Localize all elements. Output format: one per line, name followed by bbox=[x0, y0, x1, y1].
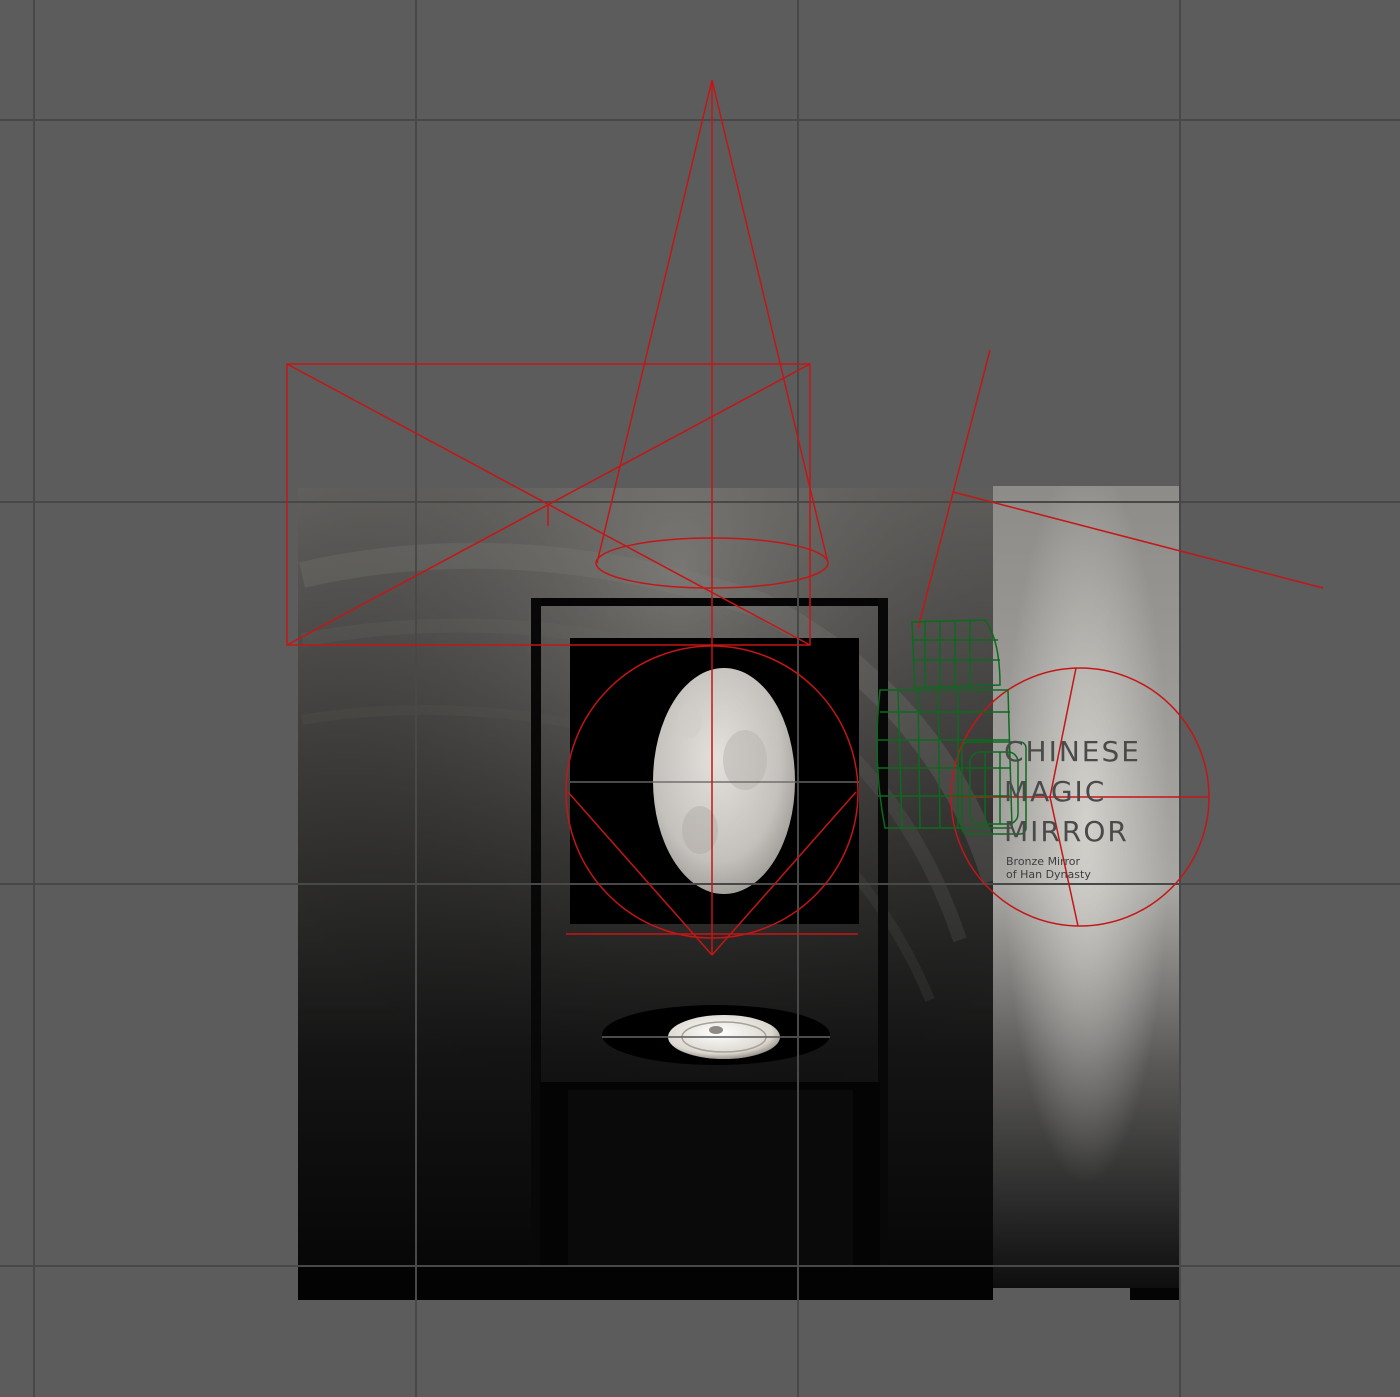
3d-viewport[interactable]: CHINESE MAGIC MIRROR Bronze Mirror of Ha… bbox=[0, 0, 1400, 1397]
poster-title-line-3: MIRROR bbox=[1004, 815, 1129, 848]
poster-title-line-1: CHINESE bbox=[1004, 735, 1141, 768]
poster-subtitle-line-1: Bronze Mirror bbox=[1006, 855, 1080, 868]
poster-subtitle-line-2: of Han Dynasty bbox=[1006, 868, 1091, 881]
scene-canvas[interactable] bbox=[0, 0, 1400, 1397]
poster-title-line-2: MAGIC bbox=[1004, 775, 1107, 808]
scene-geometry bbox=[298, 486, 1179, 1300]
